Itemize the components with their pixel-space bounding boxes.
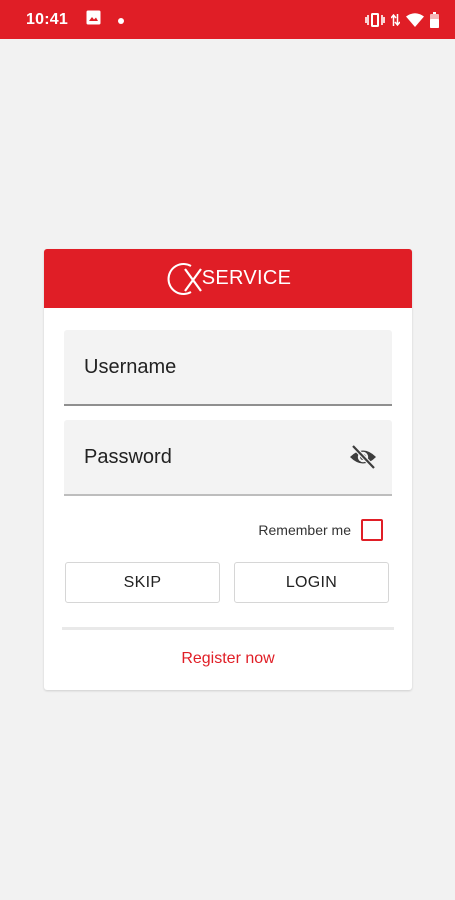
status-left-icons: [86, 10, 124, 30]
card-header: SERVICE: [44, 249, 412, 308]
register-now-link[interactable]: Register now: [44, 650, 412, 668]
vibrate-icon: [365, 12, 385, 28]
password-visibility-off-icon[interactable]: [349, 444, 377, 474]
status-bar: 10:41: [0, 0, 455, 39]
login-button[interactable]: LOGIN: [234, 562, 389, 603]
xservice-logo: SERVICE: [165, 259, 292, 299]
remember-me-label: Remember me: [258, 522, 351, 538]
data-arrows-icon: [391, 13, 400, 27]
password-field[interactable]: Password: [64, 420, 392, 496]
username-label: Username: [84, 355, 177, 378]
logo-mark-icon: [167, 262, 202, 295]
divider: [62, 627, 394, 630]
image-icon: [86, 10, 101, 30]
login-card: SERVICE Username Password Remember me SK…: [44, 249, 412, 690]
username-field[interactable]: Username: [64, 330, 392, 406]
battery-icon: [430, 11, 439, 28]
password-label: Password: [84, 445, 172, 468]
status-right-icons: [365, 11, 439, 28]
status-time: 10:41: [26, 10, 68, 28]
wifi-icon: [406, 12, 424, 27]
logo-text: SERVICE: [201, 267, 292, 289]
dot-icon: [117, 11, 124, 29]
remember-me-row: Remember me: [258, 519, 383, 541]
skip-button[interactable]: SKIP: [65, 562, 220, 603]
remember-me-checkbox[interactable]: [361, 519, 383, 541]
